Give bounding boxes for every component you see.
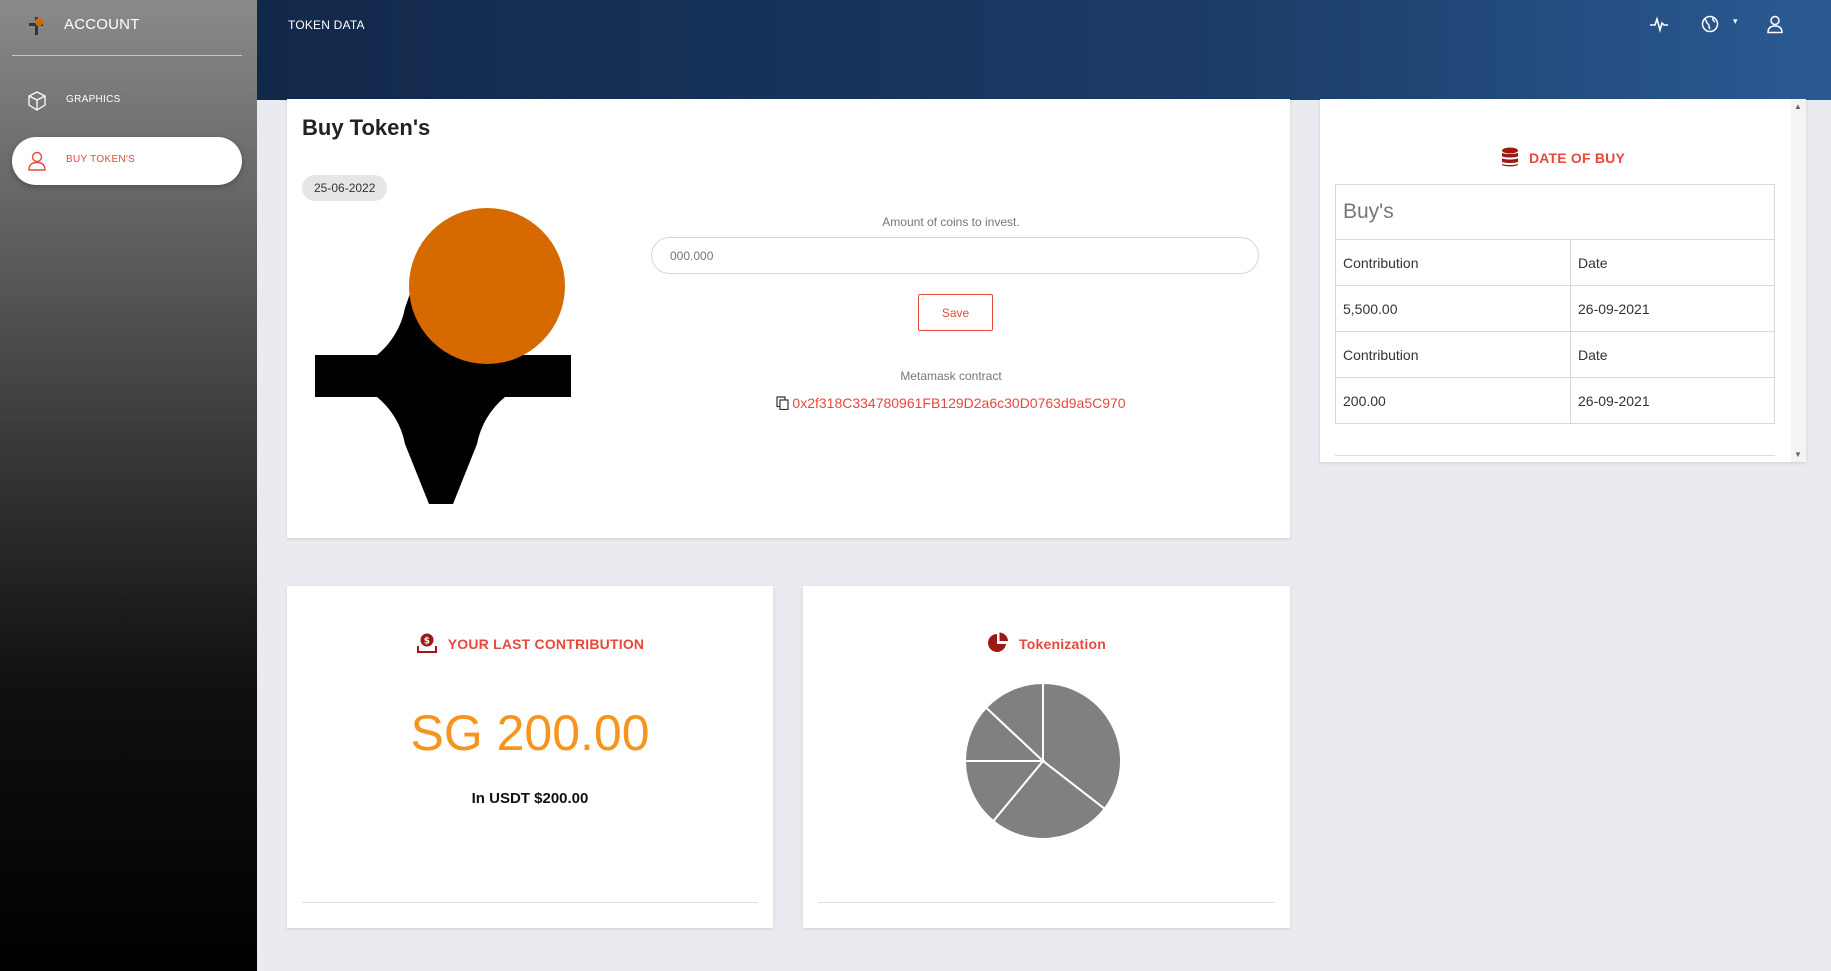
user-icon xyxy=(28,151,46,171)
sidebar-divider xyxy=(12,55,242,56)
table-cell: Date xyxy=(1570,239,1775,286)
table-caption: Buy's xyxy=(1335,184,1775,240)
amount-input[interactable] xyxy=(651,237,1259,274)
sidebar: ACCOUNT GRAPHICS BUY TOKEN'S xyxy=(0,0,257,971)
activity-icon[interactable] xyxy=(1649,14,1669,34)
pie-chart-icon xyxy=(988,632,1009,652)
last-contribution-title: YOUR LAST CONTRIBUTION xyxy=(447,636,645,652)
cube-icon xyxy=(28,91,46,111)
page-title: TOKEN DATA xyxy=(288,18,365,32)
buy-token-title: Buy Token's xyxy=(302,115,431,140)
contract-address: 0x2f318C334780961FB129D2a6c30D0763d9a5C9… xyxy=(792,395,1126,411)
table-cell: Date xyxy=(1570,331,1775,378)
table-cell: 26-09-2021 xyxy=(1570,377,1775,424)
sidebar-item-graphics[interactable]: GRAPHICS xyxy=(12,77,242,125)
amount-label: Amount of coins to invest. xyxy=(882,215,1020,229)
table-cell: 26-09-2021 xyxy=(1570,285,1775,332)
money-bag-icon: $ xyxy=(416,633,437,653)
date-of-buy-card: DATE OF BUY Buy's Contribution Date 5,50… xyxy=(1320,99,1806,462)
last-contribution-header: $ YOUR LAST CONTRIBUTION xyxy=(287,632,773,654)
date-of-buy-header: DATE OF BUY xyxy=(1320,147,1806,167)
date-badge: 25-06-2022 xyxy=(302,175,388,201)
scroll-down-icon[interactable]: ▼ xyxy=(1794,450,1802,459)
contract-address-link[interactable]: 0x2f318C334780961FB129D2a6c30D0763d9a5C9… xyxy=(651,395,1251,411)
table-cell: 5,500.00 xyxy=(1335,285,1571,332)
tokenization-card: Tokenization xyxy=(803,586,1290,928)
database-icon xyxy=(1501,147,1518,167)
top-header: TOKEN DATA ▾ xyxy=(257,0,1831,100)
date-of-buy-title: DATE OF BUY xyxy=(1528,150,1626,166)
table-cell: Contribution xyxy=(1335,239,1571,286)
table-caption-row: Buy's xyxy=(1335,184,1775,240)
table-row: 5,500.00 26-09-2021 xyxy=(1335,285,1775,332)
user-icon[interactable] xyxy=(1765,14,1785,34)
last-contribution-card: $ YOUR LAST CONTRIBUTION SG 200.00 In US… xyxy=(287,586,773,928)
tokenization-title: Tokenization xyxy=(1019,636,1106,652)
table-cell: Contribution xyxy=(1335,331,1571,378)
svg-text:$: $ xyxy=(424,637,430,647)
sidebar-item-label: GRAPHICS xyxy=(66,94,121,105)
contribution-amount: SG 200.00 xyxy=(410,705,650,761)
app-title: ACCOUNT xyxy=(64,16,140,33)
token-logo-icon xyxy=(29,17,43,35)
card-divider xyxy=(1335,455,1775,456)
metamask-label: Metamask contract xyxy=(900,369,1002,383)
scrollbar[interactable]: ▲ ▼ xyxy=(1791,99,1806,462)
brand[interactable]: ACCOUNT xyxy=(0,0,257,52)
copy-icon[interactable] xyxy=(776,396,790,410)
sidebar-item-buy-tokens[interactable]: BUY TOKEN'S xyxy=(12,137,242,185)
scroll-up-icon[interactable]: ▲ xyxy=(1794,102,1802,111)
tokenization-header: Tokenization xyxy=(803,632,1290,654)
buys-table: Buy's Contribution Date 5,500.00 26-09-2… xyxy=(1335,184,1775,424)
card-divider xyxy=(818,902,1275,903)
chevron-down-icon[interactable]: ▾ xyxy=(1733,16,1738,27)
table-cell: 200.00 xyxy=(1335,377,1571,424)
table-row: 200.00 26-09-2021 xyxy=(1335,377,1775,424)
save-button[interactable]: Save xyxy=(918,294,993,331)
tokenization-pie-chart xyxy=(963,681,1122,840)
card-divider xyxy=(302,902,758,903)
table-row: Contribution Date xyxy=(1335,239,1775,286)
globe-icon[interactable] xyxy=(1700,14,1720,34)
table-row: Contribution Date xyxy=(1335,331,1775,378)
sidebar-item-label: BUY TOKEN'S xyxy=(66,154,136,165)
token-logo xyxy=(315,208,571,504)
usdt-amount: In USDT $200.00 xyxy=(471,790,589,807)
buy-token-card: Buy Token's 25-06-2022 Amount of coins t… xyxy=(287,99,1290,538)
